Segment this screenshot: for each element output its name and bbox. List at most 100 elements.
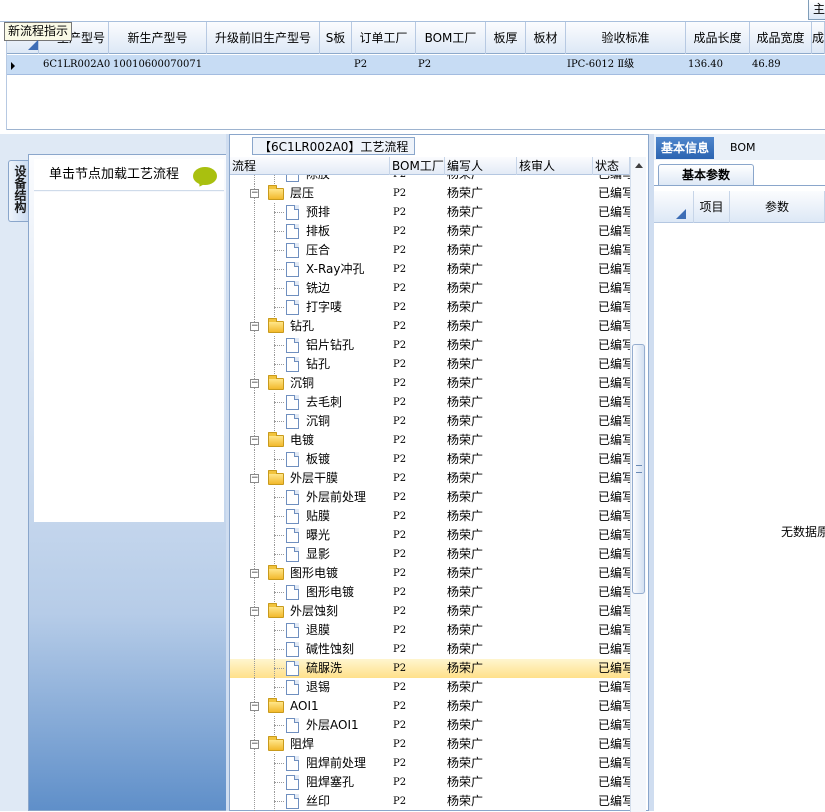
tree-item-row[interactable]: 碱性蚀刻 P2 杨荣广 已编写 [230,640,630,659]
col-length[interactable]: 成品长度 [686,22,750,54]
tree-folder-row[interactable]: − 外层干膜 P2 杨荣广 已编写 [230,469,630,488]
tree-folder-row[interactable]: − 钻孔 P2 杨荣广 已编写 [230,317,630,336]
side-tab-equipment[interactable]: 设备结构 [8,160,30,222]
collapse-icon[interactable]: − [250,474,259,483]
collapse-icon[interactable]: − [250,569,259,578]
status: 已编写 [598,642,630,656]
tree-item-row[interactable]: 图形电镀 P2 杨荣广 已编写 [230,583,630,602]
tree-line [254,754,255,773]
tree-item-row[interactable]: 铣边 P2 杨荣广 已编写 [230,279,630,298]
tree-item-row[interactable]: 打字唛 P2 杨荣广 已编写 [230,298,630,317]
tree-item-row[interactable]: 铝片钻孔 P2 杨荣广 已编写 [230,336,630,355]
col-material[interactable]: 板材 [526,22,566,54]
author: 杨荣广 [447,566,484,580]
tree-item-row[interactable]: 显影 P2 杨荣广 已编写 [230,545,630,564]
tree-item-row[interactable]: 排板 P2 杨荣广 已编写 [230,222,630,241]
tree-folder-row[interactable]: − 阻焊 P2 杨荣广 已编写 [230,735,630,754]
tree-folder-row[interactable]: − 沉铜 P2 杨荣广 已编写 [230,374,630,393]
tree-line [274,402,284,403]
col-flow[interactable]: 流程 [230,157,390,175]
flow-name: 退膜 [306,623,331,637]
col-standard[interactable]: 验收标准 [566,22,686,54]
tree-item-row[interactable]: X-Ray冲孔 P2 杨荣广 已编写 [230,260,630,279]
collapse-icon[interactable]: − [250,189,259,198]
tree-item-row[interactable]: 硫脲洗 P2 杨荣广 已编写 [230,659,630,678]
col-thickness[interactable]: 板厚 [486,22,526,54]
col-param[interactable]: 参数 [730,191,825,223]
flow-tree[interactable]: 除胶P2杨荣广已编写−层压P2杨荣广已编写预排P2杨荣广已编写排板P2杨荣广已编… [230,175,630,812]
new-flow-tooltip: 新流程指示 [4,22,73,41]
info-panel: 基本信息 BOM 基本参数 项目 参数 无数据原 [654,134,825,811]
col-new-model[interactable]: 新生产型号 [109,22,207,54]
col-status[interactable]: 状态 [593,157,630,175]
main-tab[interactable]: 主 [808,0,825,20]
tree-item-row[interactable]: 阻焊前处理 P2 杨荣广 已编写 [230,754,630,773]
collapse-icon[interactable]: − [250,379,259,388]
tree-item-row[interactable]: 板镀 P2 杨荣广 已编写 [230,450,630,469]
subtab-divider [654,185,825,186]
tree-item-row[interactable]: 沉铜 P2 杨荣广 已编写 [230,412,630,431]
collapse-icon[interactable]: − [250,740,259,749]
tree-folder-row[interactable]: − AOI1 P2 杨荣广 已编写 [230,697,630,716]
scroll-up-arrow-icon[interactable] [635,163,643,168]
document-icon [286,509,299,524]
col-bom-factory[interactable]: BOM工厂 [416,22,486,54]
col-width[interactable]: 成品宽度 [750,22,812,54]
tab-basic-info[interactable]: 基本信息 [656,137,715,159]
tree-item-row[interactable]: 退锡 P2 杨荣广 已编写 [230,678,630,697]
bom-factory: P2 [393,264,407,275]
col-s-board[interactable]: S板 [320,22,352,54]
table-row[interactable]: 6C1LR002A0 10010600070071 P2 P2 IPC-6012… [7,55,825,75]
author: 杨荣广 [447,452,484,466]
tree-line [274,668,284,669]
tree-folder-row[interactable]: − 层压 P2 杨荣广 已编写 [230,184,630,203]
status: 已编写 [598,243,630,257]
collapse-icon[interactable]: − [250,436,259,445]
tree-item-row[interactable]: 压合 P2 杨荣广 已编写 [230,241,630,260]
tree-item-row[interactable]: 外层AOI1 P2 杨荣广 已编写 [230,716,630,735]
tree-line [254,260,255,279]
tree-folder-row[interactable]: − 图形电镀 P2 杨荣广 已编写 [230,564,630,583]
tree-item-row[interactable]: 曝光 P2 杨荣广 已编写 [230,526,630,545]
status: 已编写 [598,604,630,618]
document-icon [286,300,299,315]
tree-line [254,175,255,184]
tree-item-row[interactable]: 退膜 P2 杨荣广 已编写 [230,621,630,640]
tab-bom[interactable]: BOM [730,137,756,159]
status: 已编写 [598,319,630,333]
tree-item-row[interactable]: 去毛刺 P2 杨荣广 已编写 [230,393,630,412]
folder-icon [268,470,284,485]
tree-line [274,516,284,517]
subtab-basic-params[interactable]: 基本参数 [658,164,754,186]
node-list[interactable] [34,192,224,522]
param-corner-cell[interactable] [654,191,694,223]
collapse-icon[interactable]: − [250,607,259,616]
tree-item-row[interactable]: 钻孔 P2 杨荣广 已编写 [230,355,630,374]
folder-icon [268,375,284,390]
scroll-thumb[interactable] [632,344,645,594]
col-extra[interactable]: 成 [812,22,825,54]
col-item[interactable]: 项目 [694,191,730,223]
col-author[interactable]: 编写人 [445,157,517,175]
tree-folder-row[interactable]: − 电镀 P2 杨荣广 已编写 [230,431,630,450]
bom-factory: P2 [393,739,407,750]
tree-item-row[interactable]: 阻焊塞孔 P2 杨荣广 已编写 [230,773,630,792]
tree-item-row[interactable]: 外层前处理 P2 杨荣广 已编写 [230,488,630,507]
collapse-icon[interactable]: − [250,322,259,331]
status: 已编写 [598,661,630,675]
cell-length: 136.40 [688,59,723,70]
col-old-model[interactable]: 升级前旧生产型号 [207,22,320,54]
tree-item-row[interactable]: 丝印 P2 杨荣广 已编写 [230,792,630,811]
tree-folder-row[interactable]: − 外层蚀刻 P2 杨荣广 已编写 [230,602,630,621]
col-order-factory[interactable]: 订单工厂 [352,22,416,54]
tree-item-row[interactable]: 预排 P2 杨荣广 已编写 [230,203,630,222]
load-flow-hint: 单击节点加载工艺流程 [49,167,180,182]
tree-item-row[interactable]: 除胶 P2 杨荣广 已编写 [230,175,630,184]
tree-item-row[interactable]: 贴膜 P2 杨荣广 已编写 [230,507,630,526]
col-bom[interactable]: BOM工厂 [390,157,445,175]
collapse-icon[interactable]: − [250,702,259,711]
flow-scrollbar[interactable] [630,157,646,812]
flow-name: 硫脲洗 [306,661,343,675]
col-reviewer[interactable]: 核审人 [517,157,593,175]
tree-line [274,687,284,688]
